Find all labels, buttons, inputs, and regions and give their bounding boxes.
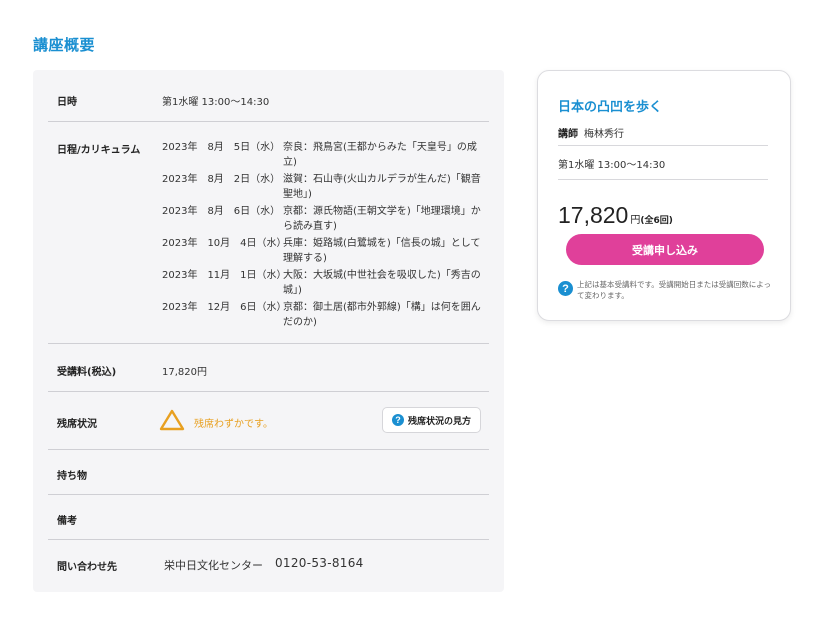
row-label-availability: 残席状況 (57, 419, 97, 430)
triangle-icon (159, 409, 185, 431)
fee-note: 上記は基本受講料です。受講開始日または受講回数によって変わります。 (577, 280, 772, 300)
card-price: 17,820 円(全6回) (558, 202, 673, 229)
course-title: 日本の凸凹を歩く (558, 100, 663, 115)
divider (558, 145, 768, 146)
row-value-datetime: 第1水曜 13:00〜14:30 (162, 97, 270, 108)
price-value: 17,820 (558, 202, 629, 228)
row-curriculum: 日程/カリキュラム 2023年 8月 5日（水） 奈良：飛鳥宮(王都からみた「天… (48, 122, 489, 344)
contact-name: 栄中日文化センター (164, 559, 263, 572)
availability-help-label: 残席状況の見方 (407, 415, 471, 426)
divider (558, 179, 768, 180)
row-value-fee: 17,820円 (162, 367, 207, 378)
row-availability: 残席状況 残席わずかです。 ? 残席状況の見方 (48, 392, 489, 450)
curriculum-text: 京都：源氏物語(王朝文学を)「地理環境」から読み直す) (283, 206, 481, 232)
curriculum-date: 2023年 11月 1日（水） (162, 270, 287, 281)
price-unit: 円 (630, 215, 641, 226)
row-label-belongings: 持ち物 (57, 471, 87, 482)
curriculum-text: 奈良：飛鳥宮(王都からみた「天皇号」の成立) (283, 142, 477, 168)
row-label-curriculum: 日程/カリキュラム (57, 145, 141, 156)
section-title: 講座概要 (33, 36, 96, 54)
curriculum-text: 滋賀：石山寺(火山カルデラが生んだ)「観音聖地」) (283, 174, 481, 200)
course-summary-card: 日本の凸凹を歩く 講師 梅林秀行 第1水曜 13:00〜14:30 17,820 円… (537, 70, 791, 321)
row-label-datetime: 日時 (57, 97, 77, 108)
curriculum-date: 2023年 8月 2日（水） (162, 174, 281, 185)
curriculum-text: 大阪：大坂城(中世社会を吸収した)「秀吉の城」) (283, 270, 481, 296)
contact-phone: 0120-53-8164 (275, 556, 364, 570)
question-icon: ? (391, 414, 404, 426)
availability-status: 残席わずかです。 (194, 419, 273, 430)
availability-help-button[interactable]: ? 残席状況の見方 (382, 407, 481, 433)
row-contact: 問い合わせ先 栄中日文化センター 0120-53-8164 (48, 540, 489, 592)
curriculum-text: 兵庫：姫路城(白鷺城を)「信長の城」として理解する) (283, 238, 481, 264)
curriculum-date: 2023年 8月 6日（水） (162, 206, 281, 217)
course-info-panel: 日時 第1水曜 13:00〜14:30 日程/カリキュラム 2023年 8月 5… (33, 70, 504, 592)
curriculum-text: 京都：御土居(都市外郭線)「構」は何を囲んだのか) (283, 302, 481, 328)
row-remarks: 備考 (48, 495, 489, 540)
lecturer-name: 梅林秀行 (584, 129, 624, 140)
curriculum-date: 2023年 8月 5日（水） (162, 142, 281, 153)
row-datetime: 日時 第1水曜 13:00〜14:30 (48, 70, 489, 122)
lecturer-label: 講師 (558, 129, 578, 140)
row-belongings: 持ち物 (48, 450, 489, 495)
lecturer: 講師 梅林秀行 (558, 125, 624, 140)
curriculum-date: 2023年 10月 4日（水） (162, 238, 287, 249)
curriculum-date: 2023年 12月 6日（水） (162, 302, 287, 313)
price-note: (全6回) (640, 216, 673, 226)
row-label-contact: 問い合わせ先 (57, 562, 117, 573)
question-icon: ? (558, 281, 573, 296)
row-label-remarks: 備考 (57, 516, 77, 527)
row-fee: 受講料(税込) 17,820円 (48, 344, 489, 392)
card-schedule: 第1水曜 13:00〜14:30 (558, 160, 666, 171)
row-label-fee: 受講料(税込) (57, 367, 117, 378)
apply-button[interactable]: 受講申し込み (566, 234, 764, 265)
